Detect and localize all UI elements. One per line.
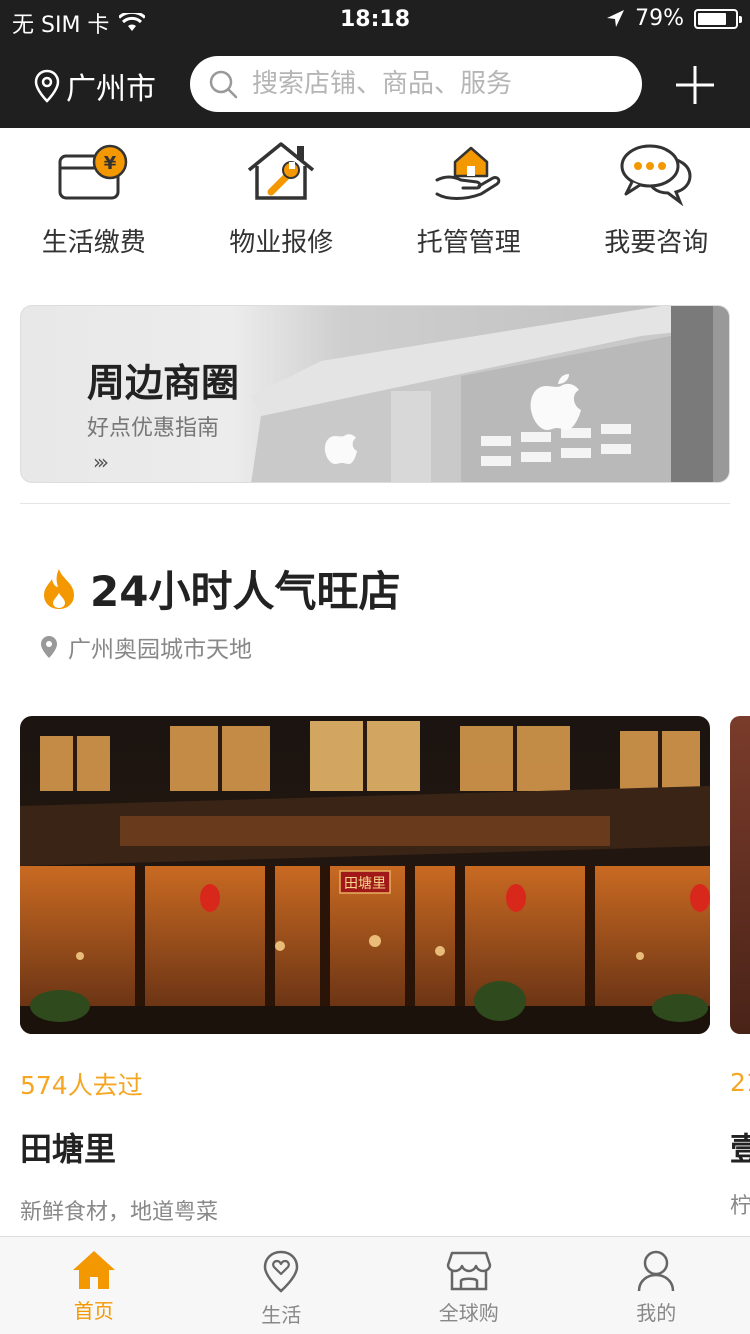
battery-percent: 79% <box>635 6 684 31</box>
tab-label: 首页 <box>73 1299 114 1323</box>
quick-action-label: 托管管理 <box>416 228 521 258</box>
banner-title: 周边商圈 <box>87 361 240 405</box>
tab-label: 我的 <box>636 1301 677 1325</box>
store-visits: 574人去过 <box>20 1071 143 1100</box>
location-pin-icon <box>41 636 57 658</box>
home-icon <box>72 1251 115 1289</box>
section-title: 24小时人气旺店 <box>90 567 401 616</box>
search-input[interactable] <box>252 69 622 99</box>
divider <box>20 503 730 504</box>
quick-action-payment[interactable]: ¥ 生活缴费 <box>0 128 188 278</box>
status-bar: 无 SIM 卡 18:18 79% <box>0 0 750 40</box>
add-icon[interactable] <box>674 64 716 106</box>
quick-actions: ¥ 生活缴费 物业报修 托管管理 我要咨询 <box>0 128 750 278</box>
store-name-next: 壹 <box>730 1130 750 1168</box>
location-label: 广州奥园城市天地 <box>68 637 252 663</box>
svg-text:¥: ¥ <box>103 153 116 174</box>
quick-action-label: 生活缴费 <box>41 228 146 258</box>
quick-action-consult[interactable]: 我要咨询 <box>563 128 750 278</box>
quick-action-custody[interactable]: 托管管理 <box>375 128 563 278</box>
city-selector[interactable]: 广州市 <box>34 64 156 108</box>
nav-bar: 广州市 <box>0 40 750 128</box>
city-label: 广州市 <box>66 72 156 107</box>
tab-bar: 首页 生活 全球购 我的 <box>0 1236 750 1334</box>
store-description-next: 柠 <box>730 1194 750 1219</box>
quick-action-label: 物业报修 <box>229 228 334 258</box>
search-icon <box>209 70 238 99</box>
tab-life[interactable]: 生活 <box>188 1237 376 1334</box>
store-card[interactable]: 田塘里 574人去过 田塘里 新鲜食材，地道粤菜 <box>20 716 710 1226</box>
tab-label: 生活 <box>261 1303 302 1327</box>
store-sign-text: 田塘里 <box>344 876 386 892</box>
location-arrow-icon <box>607 9 625 27</box>
chat-bubbles-icon <box>620 144 692 206</box>
quick-action-repair[interactable]: 物业报修 <box>188 128 376 278</box>
payment-card-icon: ¥ <box>58 144 127 200</box>
house-wrench-icon <box>248 142 315 200</box>
store-icon <box>446 1251 491 1291</box>
tab-label: 全球购 <box>438 1301 499 1325</box>
store-card-next[interactable] <box>730 716 750 1034</box>
store-description: 新鲜食材，地道粤菜 <box>20 1200 219 1225</box>
store-visits-next: 21 <box>730 1068 750 1097</box>
fire-icon <box>44 568 74 609</box>
store-image: 田塘里 <box>20 716 710 1034</box>
chevrons-right-icon: ››› <box>93 450 109 474</box>
promo-banner[interactable]: 周边商圈 好点优惠指南 ››› <box>20 305 730 483</box>
tab-home[interactable]: 首页 <box>0 1237 188 1334</box>
banner-subtitle: 好点优惠指南 <box>87 416 220 441</box>
location-pin-icon <box>34 69 60 103</box>
user-icon <box>638 1250 675 1292</box>
store-name: 田塘里 <box>20 1130 117 1168</box>
tab-profile[interactable]: 我的 <box>563 1237 750 1334</box>
location-row: 广州奥园城市天地 <box>40 630 252 664</box>
search-bar[interactable] <box>190 56 642 112</box>
section-header: 24小时人气旺店 <box>40 558 400 619</box>
quick-action-label: 我要咨询 <box>604 228 709 258</box>
location-heart-icon <box>263 1250 299 1293</box>
tab-global-shop[interactable]: 全球购 <box>375 1237 563 1334</box>
battery-icon <box>694 8 742 29</box>
hand-house-icon <box>435 146 501 200</box>
